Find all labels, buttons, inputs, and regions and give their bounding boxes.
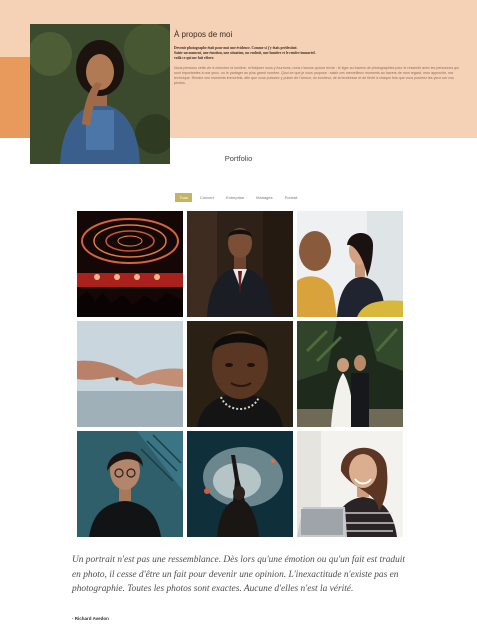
about-lead: Devenir photographe était pour moi une é… xyxy=(174,46,466,61)
accent-block xyxy=(0,57,32,138)
gallery-photo-concert-crowd[interactable] xyxy=(187,431,293,537)
portfolio-title: Portfolio xyxy=(224,154,253,163)
filter-concert[interactable]: Concert xyxy=(196,193,218,202)
businessman-suit-photo-icon xyxy=(187,211,293,317)
filter-tous[interactable]: Tous xyxy=(175,193,192,202)
filter-mariages[interactable]: Mariages xyxy=(252,193,276,202)
gallery-photo-office-meeting[interactable] xyxy=(297,211,403,317)
woman-portrait-image xyxy=(30,24,170,164)
woman-laptop-photo-icon xyxy=(297,431,403,537)
gallery-photo-businessman[interactable] xyxy=(187,211,293,317)
man-portrait-photo-icon xyxy=(187,321,293,427)
portfolio-filters: Tous Concert Entreprise Mariages Portrai… xyxy=(0,193,477,202)
about-text: À propos de moi Devenir photographe étai… xyxy=(174,30,466,86)
about-portrait-photo xyxy=(30,24,170,164)
quote-author: - Richard Avedon xyxy=(72,616,109,621)
portfolio-gallery xyxy=(77,211,403,537)
holding-hands-photo-icon xyxy=(77,321,183,427)
about-title: À propos de moi xyxy=(174,30,233,39)
concert-crowd-photo-icon xyxy=(187,431,293,537)
gallery-photo-woman-glasses[interactable] xyxy=(77,431,183,537)
quote-text: Un portrait n'est pas une ressemblance. … xyxy=(72,555,405,594)
gallery-photo-woman-laptop[interactable] xyxy=(297,431,403,537)
wedding-couple-photo-icon xyxy=(297,321,403,427)
about-body: Nous pensons cette vie à chercher la lum… xyxy=(174,66,459,85)
woman-glasses-portrait-photo-icon xyxy=(77,431,183,537)
office-meeting-photo-icon xyxy=(297,211,403,317)
gallery-photo-wedding-couple[interactable] xyxy=(297,321,403,427)
gallery-photo-holding-hands[interactable] xyxy=(77,321,183,427)
filter-portrait[interactable]: Portrait xyxy=(281,193,302,202)
concert-stage-photo-icon xyxy=(77,211,183,317)
gallery-photo-concert-stage[interactable] xyxy=(77,211,183,317)
about-lead-line: Saisir un moment, une émotion, une situa… xyxy=(174,51,316,55)
gallery-photo-man-portrait[interactable] xyxy=(187,321,293,427)
filter-entreprise[interactable]: Entreprise xyxy=(222,193,248,202)
about-lead-line: voilà ce qui me fait vibrer. xyxy=(174,56,214,60)
about-lead-line: Devenir photographe était pour moi une é… xyxy=(174,46,298,50)
